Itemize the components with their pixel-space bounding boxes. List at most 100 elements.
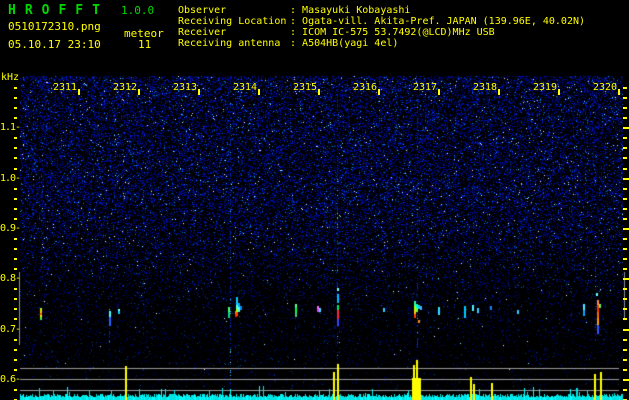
- freq-tick-right: [623, 137, 627, 139]
- freq-tick-left: [14, 238, 17, 240]
- freq-tick-right: [623, 329, 629, 331]
- freq-tick-left: [14, 369, 17, 371]
- station-info-block: Observer: Masayuki Kobayashi Receiving Lo…: [178, 5, 585, 49]
- freq-tick-label: 1.0-: [0, 173, 21, 184]
- freq-tick-left: [14, 97, 17, 99]
- freq-tick-left: [14, 288, 17, 290]
- info-label: Receiving antenna: [178, 38, 281, 49]
- info-value: ICOM IC-575 53.7492(@LCD)MHz USB: [302, 27, 495, 38]
- freq-tick-label: 1.1-: [0, 122, 21, 133]
- freq-tick-left: [14, 87, 17, 89]
- freq-tick-left: [14, 188, 17, 190]
- time-tick-label: 2312: [112, 82, 138, 93]
- freq-tick-right: [623, 157, 627, 159]
- freq-tick-right: [623, 369, 627, 371]
- freq-tick-left: [14, 218, 17, 220]
- freq-tick-right: [623, 248, 627, 250]
- time-tick-label: 2313: [172, 82, 198, 93]
- freq-tick-left: [14, 168, 17, 170]
- freq-tick-right: [623, 258, 627, 260]
- minute-tick: [138, 89, 140, 95]
- freq-tick-label: 0.6-: [0, 374, 21, 385]
- freq-tick-left: [14, 359, 17, 361]
- minute-tick: [378, 89, 380, 95]
- app-title: HROFFT: [8, 3, 109, 18]
- time-tick-label: 2320: [592, 82, 618, 93]
- freq-tick-right: [623, 359, 627, 361]
- freq-tick-right: [623, 339, 627, 341]
- info-colon: :: [290, 16, 303, 27]
- freq-tick-right: [623, 318, 627, 320]
- minute-tick: [618, 89, 620, 95]
- freq-tick-left: [14, 268, 17, 270]
- freq-tick-right: [623, 268, 627, 270]
- freq-tick-left: [14, 349, 17, 351]
- freq-tick-label: 0.9-: [0, 223, 21, 234]
- freq-tick-left: [14, 117, 17, 119]
- freq-tick-right: [623, 218, 627, 220]
- meteor-count: 11: [138, 38, 152, 51]
- info-row: Receiver: ICOM IC-575 53.7492(@LCD)MHz U…: [178, 27, 585, 38]
- freq-tick-label: 0.7-: [0, 324, 21, 335]
- info-row: Observer: Masayuki Kobayashi: [178, 5, 585, 16]
- minute-tick: [78, 89, 80, 95]
- freq-tick-right: [623, 97, 627, 99]
- freq-tick-left: [14, 208, 17, 210]
- freq-tick-right: [623, 127, 629, 129]
- freq-tick-right: [623, 298, 627, 300]
- info-label: Observer: [178, 5, 227, 16]
- info-value: A504HB(yagi 4el): [302, 38, 399, 49]
- freq-tick-right: [623, 168, 627, 170]
- freq-axis-unit-label: kHz: [1, 72, 20, 83]
- freq-tick-right: [623, 117, 627, 119]
- time-tick-label: 2311: [52, 82, 78, 93]
- freq-tick-left: [14, 318, 17, 320]
- info-colon: :: [290, 27, 303, 38]
- freq-tick-right: [623, 278, 629, 280]
- app-version: 1.0.0: [121, 4, 155, 17]
- freq-tick-right: [623, 208, 627, 210]
- time-tick-label: 2317: [412, 82, 438, 93]
- minute-tick: [498, 89, 500, 95]
- freq-tick-right: [623, 389, 627, 391]
- time-tick-label: 2319: [532, 82, 558, 93]
- freq-tick-right: [623, 107, 627, 109]
- freq-tick-left: [14, 248, 17, 250]
- freq-tick-right: [623, 178, 629, 180]
- freq-tick-right: [623, 238, 627, 240]
- info-colon: :: [290, 5, 303, 16]
- minute-tick: [258, 89, 260, 95]
- info-colon: :: [290, 38, 303, 49]
- freq-tick-left: [14, 298, 17, 300]
- minute-tick: [198, 89, 200, 95]
- info-label: Receiver: [178, 27, 227, 38]
- minute-tick: [438, 89, 440, 95]
- minute-tick: [558, 89, 560, 95]
- hrofft-window: HROFFT 1.0.0 0510172310.png meteor 05.10…: [0, 0, 629, 400]
- freq-tick-right: [623, 198, 627, 200]
- freq-tick-left: [14, 389, 17, 391]
- output-filename: 0510172310.png: [8, 20, 101, 33]
- freq-tick-left: [14, 107, 17, 109]
- minute-tick: [318, 89, 320, 95]
- datetime-label: 05.10.17 23:10: [8, 38, 101, 51]
- info-value: Ogata-vill. Akita-Pref. JAPAN (139.96E, …: [302, 16, 586, 27]
- time-tick-label: 2315: [292, 82, 318, 93]
- info-value: Masayuki Kobayashi: [302, 5, 411, 16]
- freq-tick-left: [14, 258, 17, 260]
- freq-tick-label: 0.8-: [0, 273, 21, 284]
- freq-tick-right: [623, 147, 627, 149]
- freq-tick-right: [623, 308, 627, 310]
- freq-tick-left: [14, 157, 17, 159]
- freq-tick-right: [623, 87, 627, 89]
- freq-tick-left: [14, 137, 17, 139]
- info-row: Receiving antenna: A504HB(yagi 4el): [178, 38, 585, 49]
- freq-tick-left: [14, 308, 17, 310]
- freq-tick-right: [623, 379, 629, 381]
- time-tick-label: 2318: [472, 82, 498, 93]
- spectrogram-canvas: [0, 0, 629, 400]
- info-label: Receiving Location: [178, 16, 287, 27]
- freq-tick-left: [14, 198, 17, 200]
- info-row: Receiving Location: Ogata-vill. Akita-Pr…: [178, 16, 585, 27]
- freq-tick-left: [14, 339, 17, 341]
